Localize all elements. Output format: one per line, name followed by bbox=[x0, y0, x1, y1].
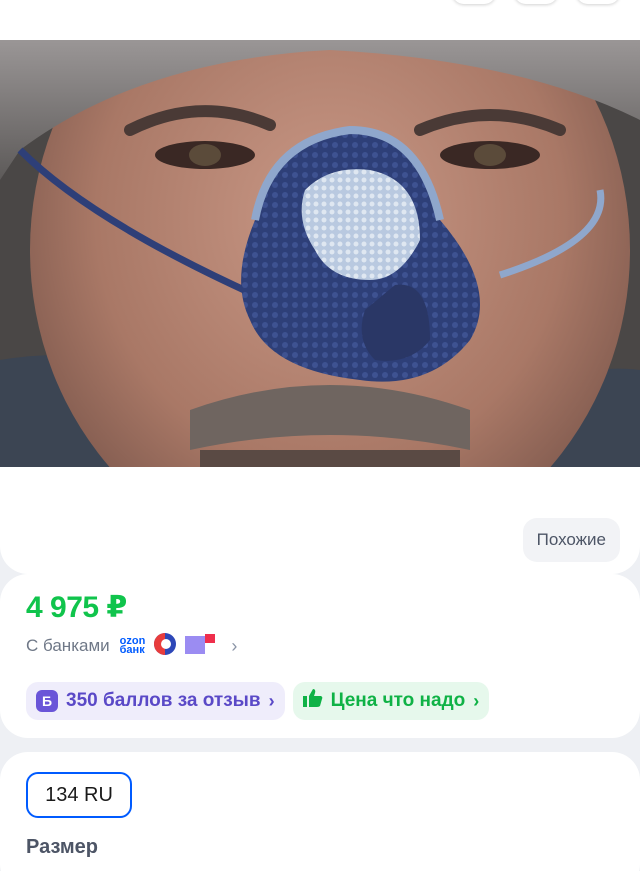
thumbs-up-icon bbox=[302, 689, 323, 713]
bank-icon bbox=[153, 632, 177, 661]
chevron-right-icon: › bbox=[231, 635, 238, 656]
ozon-bank-logo: ozon банк bbox=[119, 636, 146, 656]
size-option-selected[interactable]: 134 RU bbox=[26, 772, 132, 818]
chevron-right-icon: › bbox=[473, 690, 480, 711]
similar-button[interactable]: Похожие bbox=[522, 518, 620, 562]
badges-row: Б 350 баллов за отзыв › Цена что надо › bbox=[26, 682, 490, 720]
share-button[interactable] bbox=[452, 0, 496, 4]
price-value: 4 975 ₽ bbox=[26, 591, 127, 624]
bank-icon bbox=[185, 633, 217, 659]
bank-offers-row[interactable]: С банками ozon банк › bbox=[26, 632, 237, 660]
good-price-label: Цена что надо bbox=[330, 690, 466, 711]
size-card: 134 RU Размер bbox=[0, 752, 640, 871]
price-card: 4 975 ₽ С банками ozon банк › Б 350 балл… bbox=[0, 574, 640, 738]
size-option-label: 134 RU bbox=[45, 783, 113, 806]
more-button[interactable] bbox=[576, 0, 620, 4]
size-title: Размер bbox=[26, 836, 99, 858]
similar-label: Похожие bbox=[536, 530, 606, 549]
chevron-right-icon: › bbox=[268, 690, 275, 711]
banks-label: С банками bbox=[26, 636, 110, 655]
product-image bbox=[0, 40, 640, 467]
points-badge[interactable]: Б 350 баллов за отзыв › bbox=[26, 682, 285, 720]
ozon-bank-logo-line2: банк bbox=[119, 644, 145, 656]
favorite-button[interactable] bbox=[514, 0, 558, 4]
good-price-badge[interactable]: Цена что надо › bbox=[292, 682, 490, 720]
points-icon: Б bbox=[36, 690, 58, 712]
top-toolbar bbox=[0, 0, 640, 12]
points-label: 350 баллов за отзыв bbox=[66, 690, 261, 711]
product-photo[interactable] bbox=[0, 40, 640, 467]
product-gallery-card: Похожие bbox=[0, 0, 640, 574]
